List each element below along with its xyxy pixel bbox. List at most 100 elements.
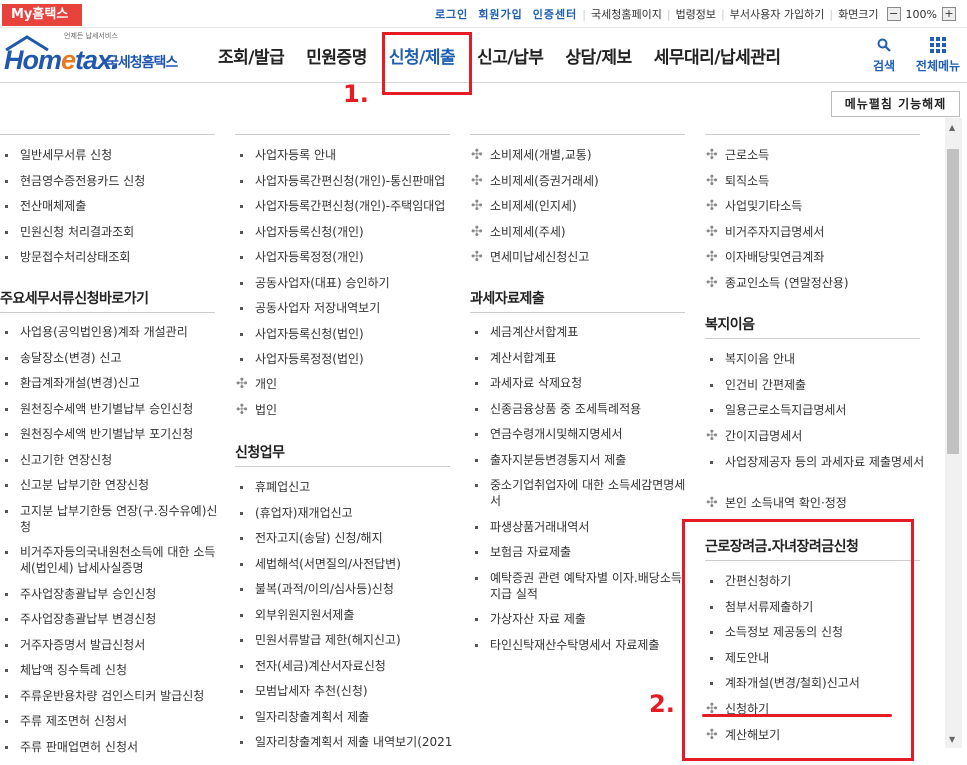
menu-item[interactable]: ✣ 퇴직소득 bbox=[705, 173, 925, 189]
menu-item[interactable]: 모범납세자 추천(신청) bbox=[235, 683, 455, 699]
menu-item[interactable]: ✣ 소비제세(개별,교통) bbox=[470, 147, 690, 163]
menu-item[interactable]: ✣ 이자배당및연금계좌 bbox=[705, 249, 925, 265]
nav-item[interactable]: 조회/발급 bbox=[207, 29, 295, 83]
menu-item[interactable]: 현금영수증전용카드 신청 bbox=[0, 173, 220, 189]
menu-item[interactable]: 사업용(공익법인용)계좌 개설관리 bbox=[0, 324, 220, 340]
menu-item[interactable]: 원천징수세액 반기별납부 승인신청 bbox=[0, 401, 220, 417]
menu-item[interactable]: 일반세무서류 신청 bbox=[0, 147, 220, 163]
scrollbar-thumb[interactable] bbox=[947, 149, 959, 454]
menu-item[interactable]: 사업자등록간편신청(개인)-통신판매업 bbox=[235, 173, 455, 189]
menu-item[interactable]: 신고분 납부기한 연장신청 bbox=[0, 477, 220, 493]
menu-item[interactable]: ✣ 근로소득 bbox=[705, 147, 925, 163]
menu-item[interactable]: 전자고지(송달) 신청/해지 bbox=[235, 530, 455, 546]
menu-item[interactable]: 연금수령개시및해지명세서 bbox=[470, 426, 690, 442]
menu-item[interactable]: 과세자료 삭제요청 bbox=[470, 375, 690, 391]
zoom-out-button[interactable]: − bbox=[886, 7, 901, 21]
top-link[interactable]: 부서사용자 가입하기 bbox=[725, 6, 830, 22]
top-link[interactable]: 법령정보 bbox=[671, 6, 721, 22]
top-link[interactable]: 회원가입 bbox=[473, 6, 527, 22]
menu-item[interactable]: ✣ 본인 소득내역 확인·정정 bbox=[705, 495, 925, 511]
menu-item[interactable]: 출자지분등변경통지서 제출 bbox=[470, 452, 690, 468]
menu-item[interactable]: ✣ 소비제세(주세) bbox=[470, 224, 690, 240]
scroll-down-arrow-icon[interactable]: ▼ bbox=[949, 735, 955, 744]
menu-item[interactable]: ✣ 사업및기타소득 bbox=[705, 198, 925, 214]
menu-item[interactable]: 사업자등록신청(개인) bbox=[235, 224, 455, 240]
menu-item[interactable]: (휴업자)재개업신고 bbox=[235, 505, 455, 521]
menu-item[interactable]: 사업장제공자 등의 과세자료 제출명세서 bbox=[705, 454, 925, 470]
menu-item[interactable]: 주사업장총괄납부 승인신청 bbox=[0, 586, 220, 602]
menu-item[interactable]: ✣ 법인 bbox=[235, 402, 455, 418]
menu-item[interactable]: ✣ 비거주자지급명세서 bbox=[705, 224, 925, 240]
section-title[interactable]: 주요세무서류신청바로가기 bbox=[0, 288, 149, 308]
menu-item[interactable]: 민원신청 처리결과조회 bbox=[0, 224, 220, 240]
menu-item[interactable]: 사업자등록정정(개인) bbox=[235, 249, 455, 265]
expand-plus-icon: ✣ bbox=[471, 147, 483, 163]
section-title[interactable]: 과세자료제출 bbox=[470, 288, 545, 308]
menu-item[interactable]: 비거주자등의국내원천소득에 대한 소득세(법인세) 납세사실증명 bbox=[0, 544, 220, 576]
menu-item[interactable]: 예탁증권 관련 예탁자별 이자.배당소득 지급 실적 bbox=[470, 570, 690, 602]
menu-item[interactable]: 사업자등록신청(법인) bbox=[235, 326, 455, 342]
menu-item[interactable]: 휴폐업신고 bbox=[235, 479, 455, 495]
vertical-scrollbar[interactable]: ▲ ▼ bbox=[945, 118, 962, 748]
menu-item[interactable]: 송달장소(변경) 신고 bbox=[0, 350, 220, 366]
nav-item[interactable]: 신고/납부 bbox=[466, 29, 554, 83]
menu-item[interactable]: 일자리창출계획서 제출 내역보기(2021 bbox=[235, 734, 455, 750]
menu-item[interactable]: 주류운반용차량 검인스티커 발급신청 bbox=[0, 688, 220, 704]
menu-item[interactable]: 사업자등록정정(법인) bbox=[235, 351, 455, 367]
section-title[interactable]: 복지이음 bbox=[705, 314, 755, 334]
nav-item[interactable]: 상담/제보 bbox=[554, 29, 642, 83]
menu-item[interactable]: ✣ 소비제세(증권거래세) bbox=[470, 173, 690, 189]
all-menu-button[interactable]: 전체메뉴 bbox=[911, 36, 965, 74]
menu-item[interactable]: 세금계산서합계표 bbox=[470, 324, 690, 340]
nav-item[interactable]: 세무대리/납세관리 bbox=[643, 29, 792, 83]
top-link[interactable]: 국세청홈페이지 bbox=[586, 6, 667, 22]
menu-item[interactable]: 계산서합계표 bbox=[470, 350, 690, 366]
menu-item[interactable]: 방문접수처리상태조회 bbox=[0, 249, 220, 265]
menu-item[interactable]: 파생상품거래내역서 bbox=[470, 519, 690, 535]
menu-item[interactable]: 세법해석(서면질의/사전답변) bbox=[235, 556, 455, 572]
menu-item[interactable]: 공동사업자(대표) 승인하기 bbox=[235, 275, 455, 291]
menu-item[interactable]: ✣ 소비제세(인지세) bbox=[470, 198, 690, 214]
menu-item[interactable]: 사업자등록 안내 bbox=[235, 147, 455, 163]
menu-item[interactable]: 민원서류발급 제한(해지신고) bbox=[235, 632, 455, 648]
menu-item[interactable]: 불복(과적/이의/심사등)신청 bbox=[235, 581, 455, 597]
menu-item[interactable]: 신종금융상품 중 조세특례적용 bbox=[470, 401, 690, 417]
menu-item[interactable]: 일용근로소득지급명세서 bbox=[705, 402, 925, 418]
menu-item[interactable]: 주류 제조면허 신청서 bbox=[0, 713, 220, 729]
menu-item[interactable]: 체납액 징수특례 신청 bbox=[0, 662, 220, 678]
menu-item[interactable]: 환급계좌개설(변경)신고 bbox=[0, 375, 220, 391]
zoom-in-button[interactable]: + bbox=[942, 7, 956, 21]
menu-item[interactable]: 보험금 자료제출 bbox=[470, 544, 690, 560]
menu-expand-toggle-button[interactable]: 메뉴펼침 기능해제 bbox=[831, 91, 960, 117]
scroll-up-arrow-icon[interactable]: ▲ bbox=[949, 123, 955, 132]
menu-item[interactable]: 외부위원지원서제출 bbox=[235, 607, 455, 623]
menu-item[interactable]: ✣ 종교인소득 (연말정산용) bbox=[705, 275, 925, 291]
menu-item[interactable]: 일자리창출계획서 제출 bbox=[235, 709, 455, 725]
menu-item[interactable]: 신고기한 연장신청 bbox=[0, 452, 220, 468]
menu-item[interactable]: 거주자증명서 발급신청서 bbox=[0, 637, 220, 653]
search-button[interactable]: 검색 bbox=[868, 36, 900, 74]
menu-item[interactable]: 가상자산 자료 제출 bbox=[470, 611, 690, 627]
my-hometax-button[interactable]: My홈택스 bbox=[2, 4, 82, 26]
menu-item[interactable]: 복지이음 안내 bbox=[705, 351, 925, 367]
menu-item[interactable]: 주사업장총괄납부 변경신청 bbox=[0, 611, 220, 627]
menu-item[interactable]: 타인신탁재산수탁명세서 자료제출 bbox=[470, 637, 690, 653]
menu-item[interactable]: 중소기업취업자에 대한 소득세감면명세서 bbox=[470, 477, 690, 509]
menu-item[interactable]: 원천징수세액 반기별납부 포기신청 bbox=[0, 426, 220, 442]
menu-item[interactable]: 사업자등록간편신청(개인)-주택임대업 bbox=[235, 198, 455, 214]
menu-item[interactable]: 전산매체제출 bbox=[0, 198, 220, 214]
top-link[interactable]: 로그인 bbox=[430, 6, 473, 22]
menu-item[interactable]: ✣ 개인 bbox=[235, 376, 455, 392]
menu-item[interactable]: 고지분 납부기한등 연장(구.징수유예)신청 bbox=[0, 503, 220, 535]
menu-item[interactable]: 전자(세금)계산서자료신청 bbox=[235, 658, 455, 674]
menu-item[interactable]: ✣ 면세미납세신청신고 bbox=[470, 249, 690, 265]
menu-item[interactable]: 주류 판매업면허 신청서 bbox=[0, 739, 220, 755]
nav-item[interactable]: 민원증명 bbox=[295, 29, 378, 83]
hometax-logo[interactable]: 언제든 납세서비스 Hometax. 국세청홈택스 bbox=[2, 31, 187, 77]
top-link[interactable]: 인증센터 bbox=[528, 6, 582, 22]
section-title[interactable]: 신청업무 bbox=[235, 442, 285, 462]
menu-item[interactable]: ✣ 간이지급명세서 bbox=[705, 428, 925, 444]
menu-item[interactable]: 공동사업자 저장내역보기 bbox=[235, 300, 455, 316]
menu-item[interactable]: 인건비 간편제출 bbox=[705, 377, 925, 393]
top-link[interactable]: 화면크기 bbox=[833, 6, 883, 22]
